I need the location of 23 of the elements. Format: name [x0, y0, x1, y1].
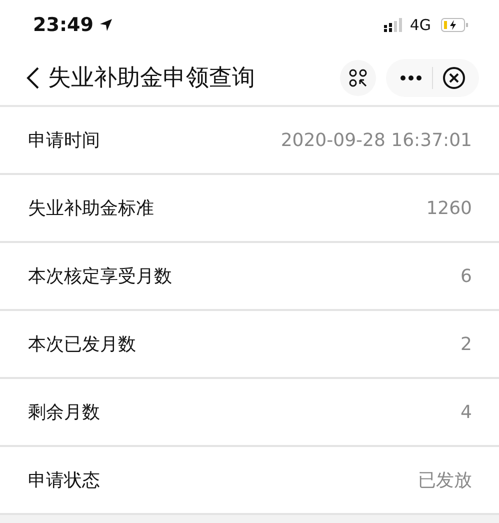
field-label: 剩余月数 — [28, 401, 100, 424]
page-title: 失业补助金申领查询 — [48, 64, 255, 93]
scan-button[interactable] — [340, 60, 376, 96]
battery-icon — [441, 18, 469, 32]
field-label: 失业补助金标准 — [28, 197, 154, 220]
field-label: 申请状态 — [28, 469, 100, 492]
field-label: 本次核定享受月数 — [28, 265, 172, 288]
field-value: 4 — [460, 402, 472, 422]
field-value: 2020-09-28 16:37:01 — [280, 130, 472, 150]
close-icon — [442, 66, 466, 90]
field-value: 1260 — [426, 198, 472, 218]
more-icon — [400, 74, 422, 80]
field-label: 本次已发月数 — [28, 333, 136, 356]
field-label: 申请时间 — [28, 129, 100, 152]
field-value: 2 — [460, 334, 472, 354]
field-value: 已发放 — [418, 469, 472, 492]
status-time: 23:49 — [33, 14, 94, 36]
signal-icon — [384, 18, 404, 32]
location-arrow-icon — [99, 18, 114, 32]
back-icon[interactable] — [26, 66, 40, 90]
scan-icon — [349, 68, 367, 86]
field-value: 6 — [460, 266, 472, 286]
network-label: 4G — [410, 16, 431, 34]
